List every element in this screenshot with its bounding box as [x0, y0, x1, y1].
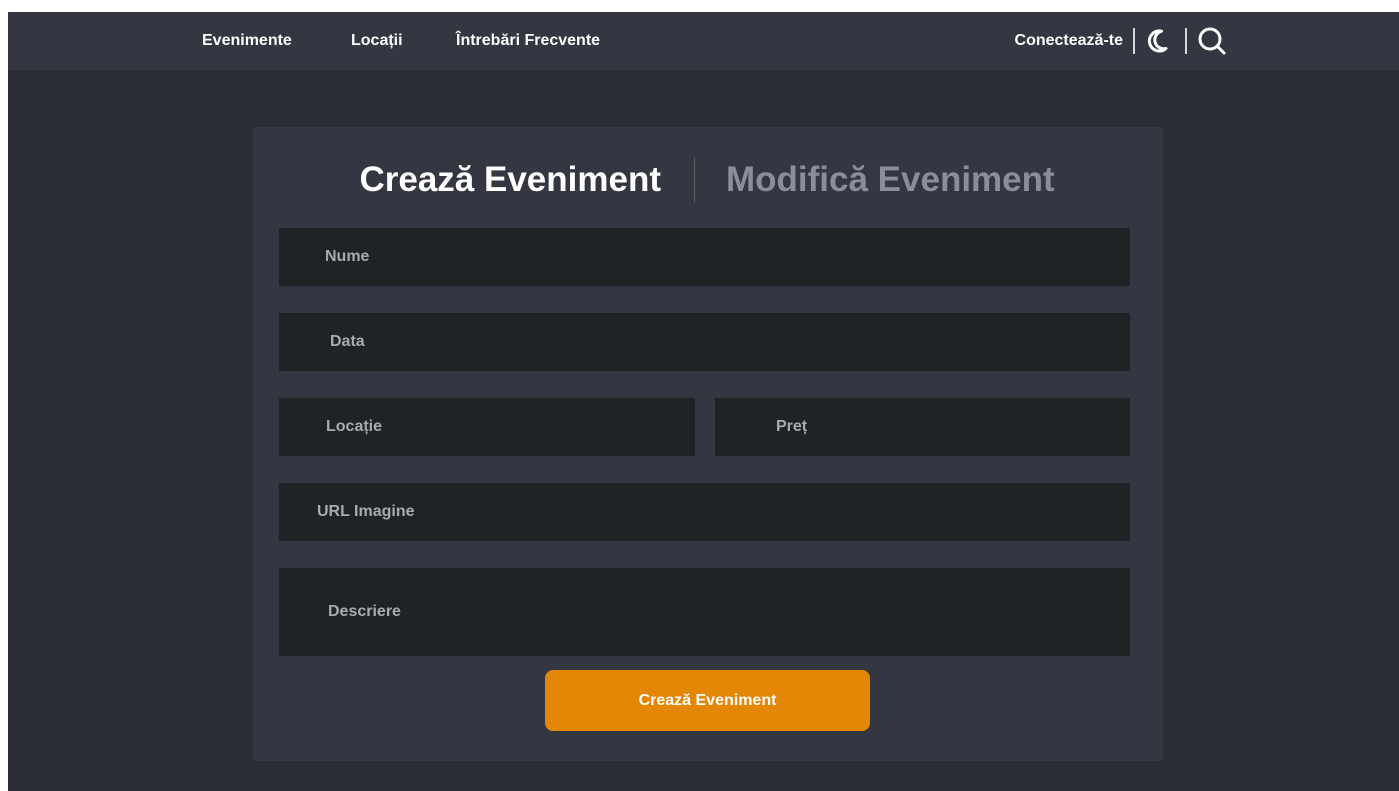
location-placeholder: Locație	[326, 418, 383, 435]
login-link[interactable]: Conectează-te	[1015, 32, 1123, 50]
date-field[interactable]: Data	[279, 313, 1130, 371]
nav-divider	[1133, 28, 1135, 54]
form-tabs: Crează Eveniment Modifică Eveniment	[253, 157, 1163, 203]
tab-edit-event[interactable]: Modifică Eveniment	[726, 157, 1055, 203]
create-event-card: Crează Eveniment Modifică Eveniment Nume…	[253, 127, 1163, 761]
name-placeholder: Nume	[325, 248, 370, 265]
tab-divider	[694, 157, 695, 203]
create-event-button[interactable]: Crează Eveniment	[545, 670, 870, 731]
nav-link-events[interactable]: Evenimente	[202, 32, 292, 50]
nav-divider	[1185, 28, 1187, 54]
top-navbar: Evenimente Locații Întrebări Frecvente C…	[8, 12, 1399, 70]
nav-link-faq[interactable]: Întrebări Frecvente	[456, 32, 600, 50]
tab-create-event[interactable]: Crează Eveniment	[359, 157, 661, 203]
image-url-placeholder: URL Imagine	[317, 503, 415, 520]
name-field[interactable]: Nume	[279, 228, 1130, 286]
nav-actions: Conectează-te	[1015, 26, 1227, 56]
description-field[interactable]: Descriere	[279, 568, 1130, 656]
search-icon[interactable]	[1197, 26, 1227, 56]
image-url-field[interactable]: URL Imagine	[279, 483, 1130, 541]
price-placeholder: Preț	[776, 418, 808, 435]
price-field[interactable]: Preț	[715, 398, 1130, 456]
date-placeholder: Data	[330, 333, 365, 350]
moon-icon[interactable]	[1145, 26, 1175, 56]
nav-link-locations[interactable]: Locații	[351, 32, 403, 50]
app-frame: Evenimente Locații Întrebări Frecvente C…	[8, 12, 1399, 791]
location-field[interactable]: Locație	[279, 398, 695, 456]
description-placeholder: Descriere	[328, 603, 401, 620]
